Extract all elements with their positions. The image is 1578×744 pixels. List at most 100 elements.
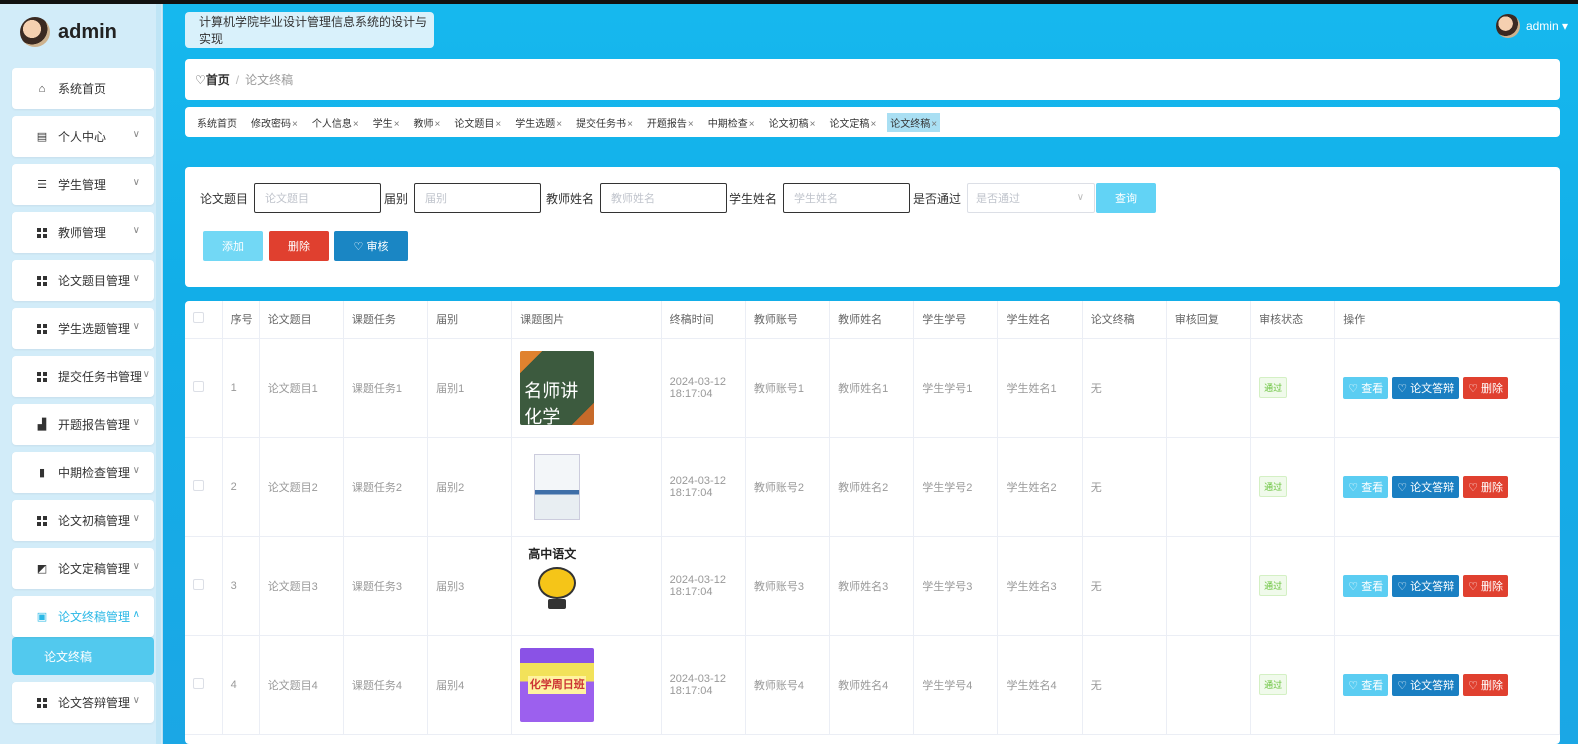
system-title: 计算机学院毕业设计管理信息系统的设计与实现 [185,12,434,48]
cell-student-name: 学生姓名2 [997,437,1083,537]
select-all-checkbox[interactable] [193,312,204,324]
row-delete-button[interactable]: ♡ 删除 [1463,475,1509,498]
close-icon[interactable]: × [435,119,441,130]
tab-label: 学生选题 [515,118,556,130]
table-row: 3 论文题目3 课题任务3 届别3 高中语文 2024-03-12 18:17:… [185,536,1560,636]
view-button[interactable]: ♡ 查看 [1343,574,1389,597]
search-field-grade: 届别 届别 [384,183,542,213]
student-name-input[interactable]: 学生姓名 [783,183,911,213]
cell-grade: 届别4 [427,635,513,735]
tab-final-paper[interactable]: 论文终稿× [887,112,941,132]
brand: admin [0,4,162,60]
row-delete-button[interactable]: ♡ 删除 [1463,673,1509,696]
tab-finalized[interactable]: 论文定稿× [829,113,876,132]
passed-select[interactable]: 是否通过 ∨ [967,183,1096,213]
row-checkbox[interactable] [193,380,204,392]
table-row: 4 论文题目4 课题任务4 届别4 化学周日班 2024-03-12 18:17… [185,635,1560,735]
close-icon[interactable]: × [556,119,562,130]
status-badge: 通过 [1259,674,1288,695]
cell-teacher-account: 教师账号3 [745,536,831,636]
data-table-panel: 序号 论文题目 课题任务 届别 课题图片 终稿时间 教师账号 教师姓名 学生学号… [185,301,1560,744]
sidebar-scrollbar[interactable] [156,4,161,744]
topic-image[interactable]: 化学周日班 [520,647,595,722]
user-menu[interactable]: admin ▾ [1495,14,1568,38]
close-icon[interactable]: × [292,119,298,130]
column-header: 论文终稿 [1082,301,1167,339]
tab-midterm[interactable]: 中期检查× [708,113,755,132]
row-delete-button[interactable]: ♡ 删除 [1463,376,1509,399]
tab-topics[interactable]: 论文题目× [454,113,501,132]
close-icon[interactable]: × [394,119,400,130]
tab-label: 修改密码 [251,118,291,130]
tab-personal-info[interactable]: 个人信息× [312,113,359,132]
close-icon[interactable]: × [353,119,359,130]
chevron-down-icon: ∨ [132,273,140,284]
breadcrumb-home[interactable]: ♡首页 [195,71,230,88]
title-input[interactable]: 论文题目 [254,183,382,213]
cell-teacher-name: 教师姓名2 [829,437,915,537]
topic-image[interactable] [520,449,595,524]
chevron-up-icon: ∧ [132,609,140,620]
column-header: 学生学号 [913,301,999,339]
sidebar-item-selection[interactable]: 学生选题管理 ∨ [12,308,154,349]
topic-image[interactable]: 名师讲化学 [520,350,595,428]
line-chart-icon: ◩ [36,563,48,575]
data-table: 序号 论文题目 课题任务 届别 课题图片 终稿时间 教师账号 教师姓名 学生学号… [185,301,1560,735]
tab-students[interactable]: 学生× [373,113,400,132]
tab-home[interactable]: 系统首页 [197,113,237,132]
cell-reply [1166,437,1252,537]
close-icon[interactable]: × [749,119,755,130]
defense-button[interactable]: ♡ 论文答辩 [1392,475,1460,498]
tab-taskbook[interactable]: 提交任务书× [576,113,633,132]
sidebar-item-proposal[interactable]: ▟ 开题报告管理 ∨ [12,404,154,445]
defense-button[interactable]: ♡ 论文答辩 [1392,376,1460,399]
query-button[interactable]: 查询 [1096,183,1156,213]
sidebar-item-home[interactable]: ⌂ 系统首页 [12,68,154,109]
topic-image[interactable]: 高中语文 [520,547,595,623]
cell-final-paper: 无 [1082,437,1167,537]
status-badge: 通过 [1259,575,1288,596]
cell-no: 1 [222,338,260,438]
sidebar-item-defense[interactable]: 论文答辩管理 ∨ [12,682,154,723]
cell-image [511,437,662,537]
row-checkbox[interactable] [193,677,204,689]
sidebar-item-students[interactable]: ☰ 学生管理 ∨ [12,164,154,205]
tab-change-password[interactable]: 修改密码× [251,113,298,132]
delete-button[interactable]: 删除 [269,231,329,261]
close-icon[interactable]: × [810,119,816,130]
row-checkbox[interactable] [193,578,204,590]
add-button[interactable]: 添加 [203,231,263,261]
defense-button[interactable]: ♡ 论文答辩 [1392,673,1460,696]
view-button[interactable]: ♡ 查看 [1343,475,1389,498]
sidebar-item-profile[interactable]: ▤ 个人中心 ∨ [12,116,154,157]
row-checkbox[interactable] [193,479,204,491]
teacher-name-input[interactable]: 教师姓名 [600,183,728,213]
tab-label: 中期检查 [707,118,748,130]
view-button[interactable]: ♡ 查看 [1343,376,1389,399]
tab-proposal[interactable]: 开题报告× [647,113,694,132]
sidebar-item-final[interactable]: ▣ 论文终稿管理 ∧ [12,596,154,637]
tab-teachers[interactable]: 教师× [414,113,441,132]
sidebar-item-topics[interactable]: 论文题目管理 ∨ [12,260,154,301]
sidebar: admin ⌂ 系统首页 ▤ 个人中心 ∨ ☰ 学生管理 ∨ 教师管理 ∨ 论文… [0,4,163,744]
close-icon[interactable]: × [495,119,501,130]
row-delete-button[interactable]: ♡ 删除 [1463,574,1509,597]
header-select-all[interactable] [185,301,223,339]
cell-grade: 届别2 [427,437,513,537]
sidebar-item-draft[interactable]: 论文初稿管理 ∨ [12,500,154,541]
tab-selection[interactable]: 学生选题× [515,113,562,132]
sidebar-item-taskbook[interactable]: 提交任务书管理 ∨ [12,356,154,397]
sidebar-item-teachers[interactable]: 教师管理 ∨ [12,212,154,253]
audit-button[interactable]: ♡ 审核 [334,231,408,261]
tab-draft[interactable]: 论文初稿× [769,113,816,132]
sidebar-item-midterm[interactable]: ▮ 中期检查管理 ∨ [12,452,154,493]
close-icon[interactable]: × [931,119,937,130]
sidebar-subitem-final-paper[interactable]: 论文终稿 [12,637,154,675]
grade-input[interactable]: 届别 [414,183,542,213]
defense-button[interactable]: ♡ 论文答辩 [1392,574,1460,597]
close-icon[interactable]: × [688,119,694,130]
close-icon[interactable]: × [870,119,876,130]
close-icon[interactable]: × [627,119,633,130]
view-button[interactable]: ♡ 查看 [1343,673,1389,696]
sidebar-item-finalized[interactable]: ◩ 论文定稿管理 ∨ [12,548,154,589]
